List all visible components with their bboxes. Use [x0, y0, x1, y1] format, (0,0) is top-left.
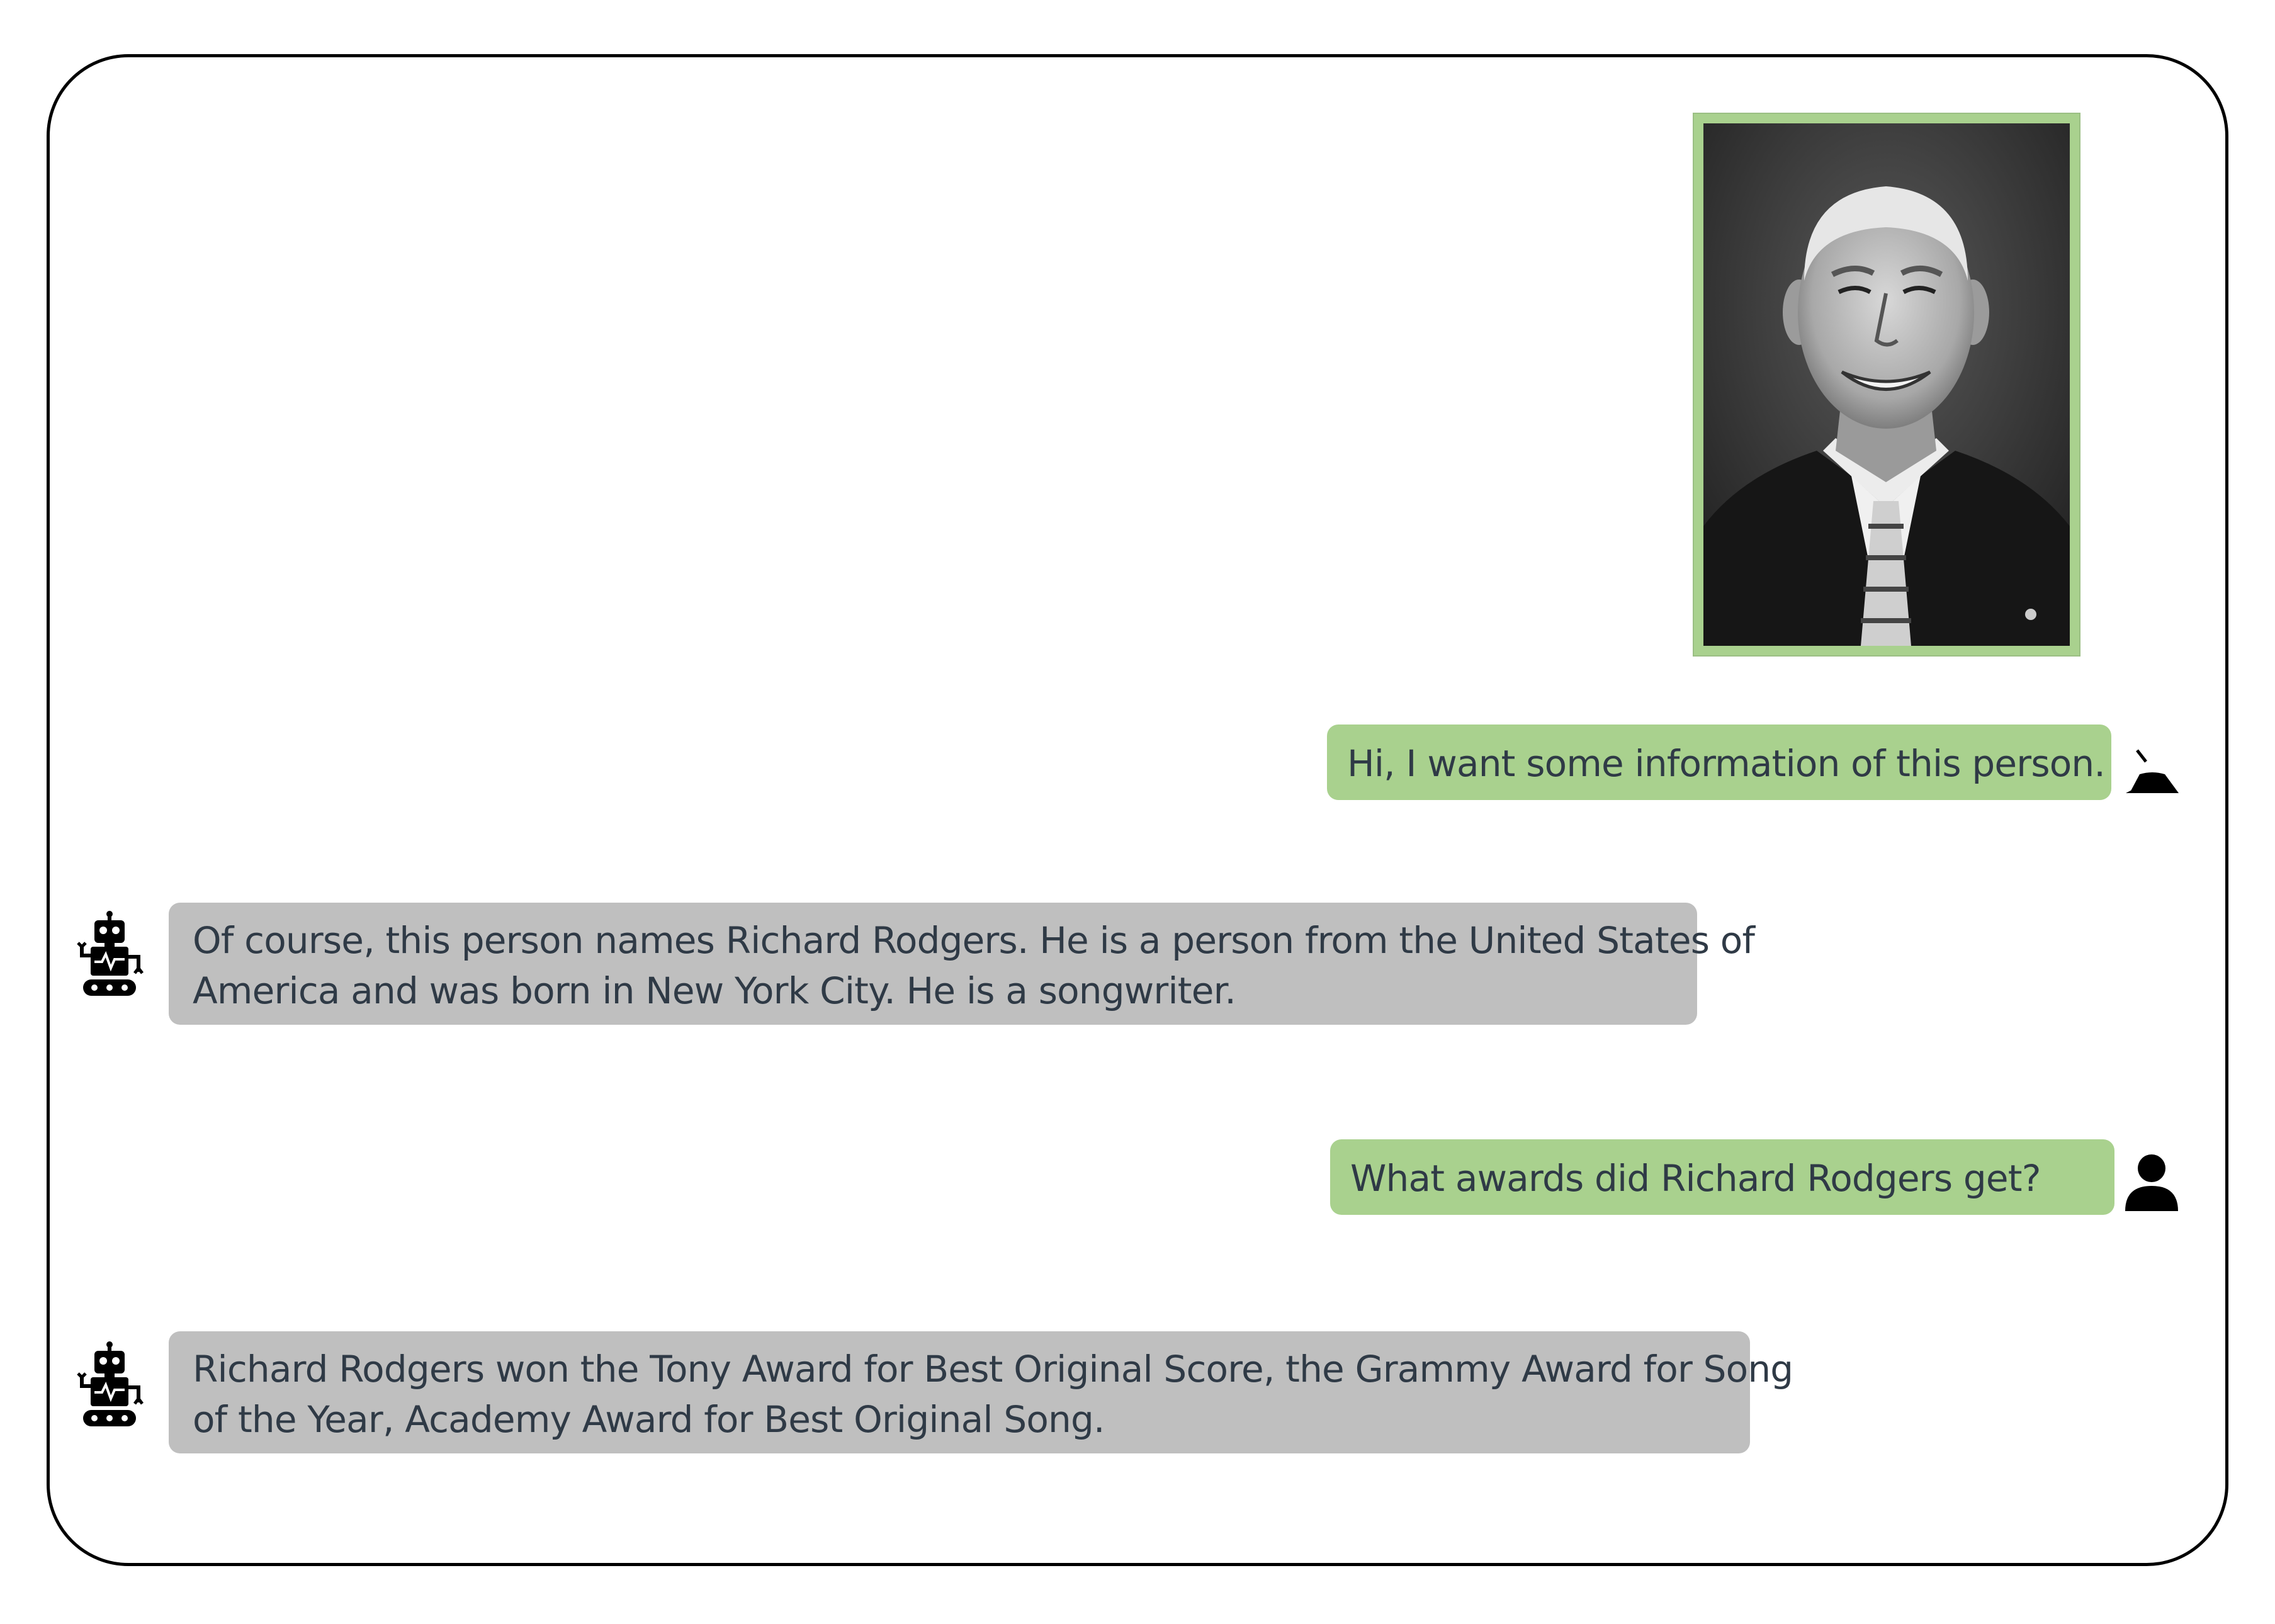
message-text: Hi, I want some information of this pers… [1347, 742, 2106, 785]
message-text-line: America and was born in New York City. H… [193, 969, 1236, 1012]
robot-icon [77, 911, 144, 996]
portrait-image [1703, 123, 2070, 646]
assistant-message-bubble: Richard Rodgers won the Tony Award for B… [169, 1331, 1793, 1453]
user-icon [2125, 1154, 2178, 1211]
message-text-line: Richard Rodgers won the Tony Award for B… [193, 1348, 1793, 1390]
uploaded-portrait-photo [1693, 113, 2080, 657]
user-message-bubble: Hi, I want some information of this pers… [1327, 725, 2111, 800]
user-icon [2126, 749, 2179, 793]
message-text: What awards did Richard Rodgers get? [1350, 1157, 2041, 1200]
assistant-message-bubble: Of course, this person names Richard Rod… [169, 903, 1755, 1025]
robot-icon [77, 1341, 144, 1426]
message-text-line: Of course, this person names Richard Rod… [193, 919, 1755, 962]
message-text-line: of the Year, Academy Award for Best Orig… [193, 1398, 1105, 1441]
user-message-bubble: What awards did Richard Rodgers get? [1330, 1139, 2114, 1215]
